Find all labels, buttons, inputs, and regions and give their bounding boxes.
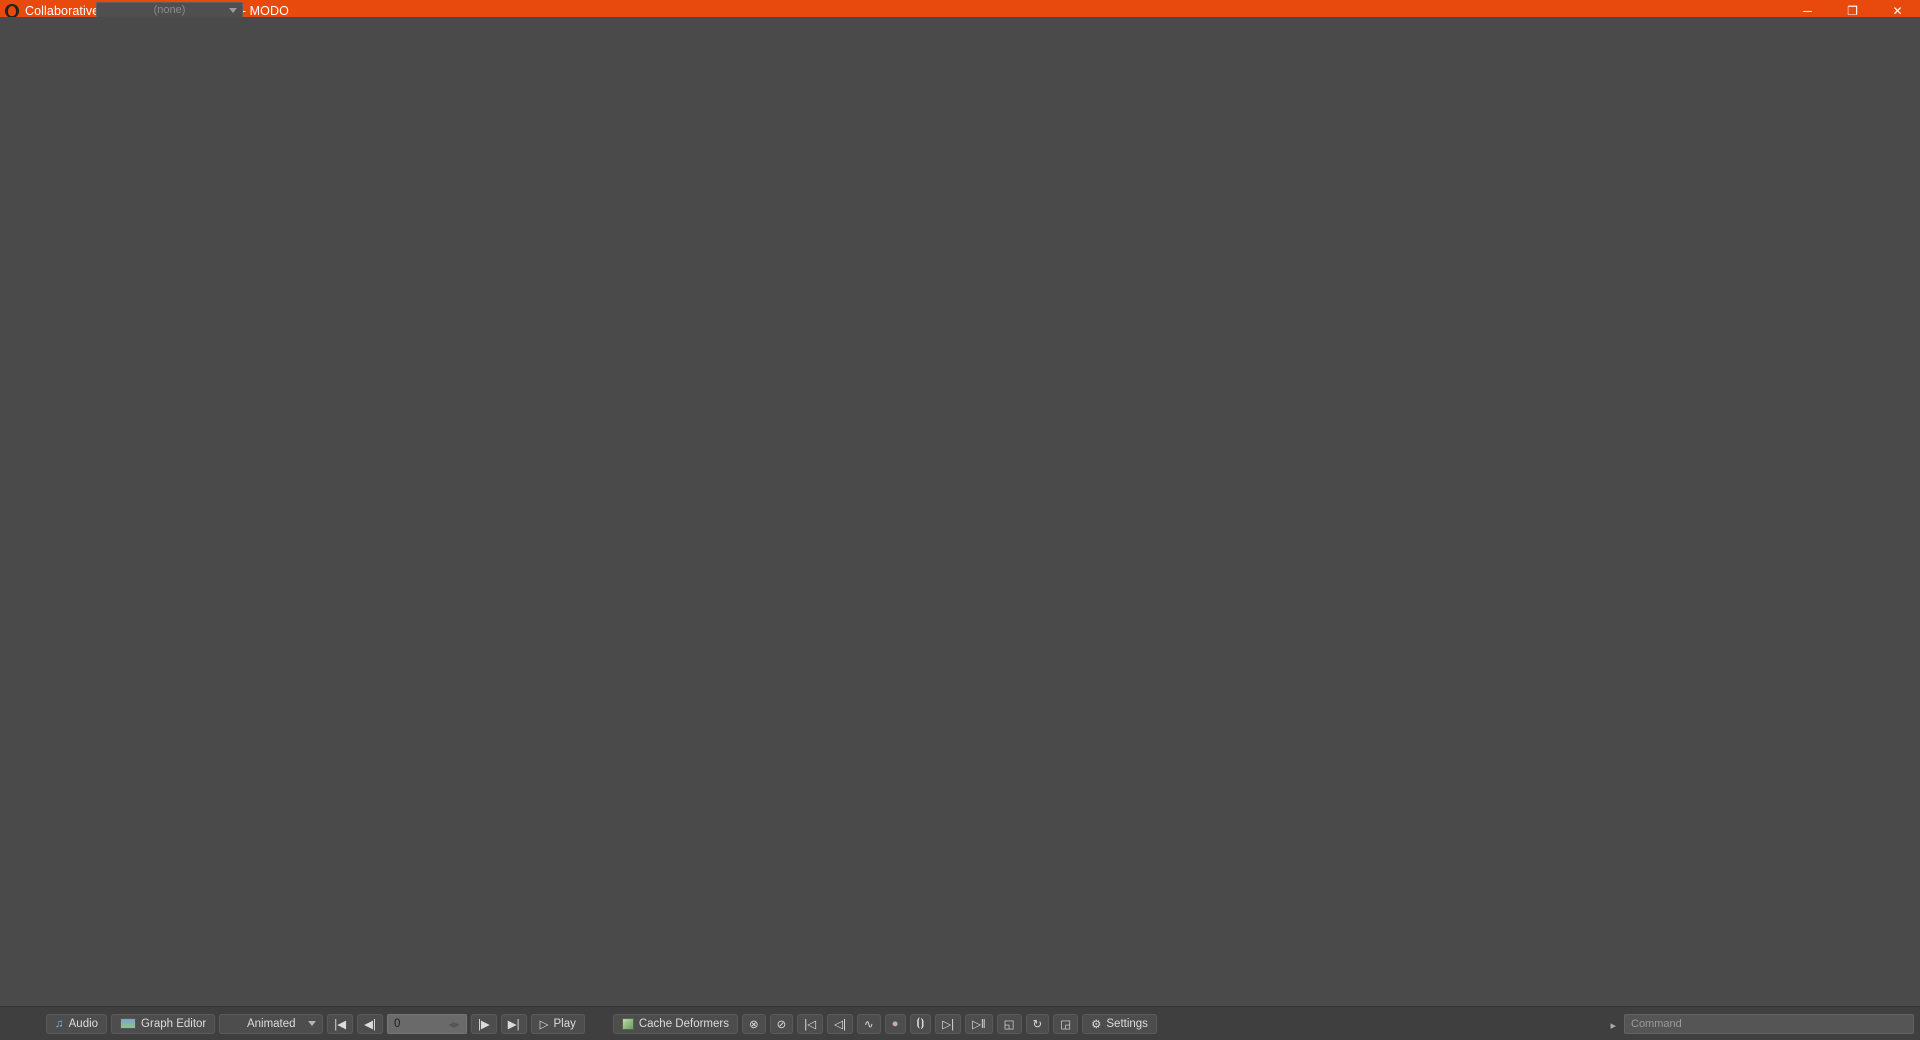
bottom-bar: ♫ Audio Graph Editor Animated |◀ ◀| 0 ◂▸… (0, 1006, 1920, 1040)
command-placeholder: Command (1631, 1018, 1682, 1030)
key-down-button[interactable]: ⊘ (769, 1013, 794, 1034)
animated-mode-label: Animated (246, 1017, 296, 1030)
audio-button[interactable]: ♫ Audio (46, 1013, 108, 1034)
properties-panel: Properties+⤢⚙▸ (0, 17, 1920, 1040)
graph-editor-icon (120, 1018, 137, 1029)
graph-editor-label: Graph Editor (141, 1017, 207, 1030)
next-key-icon: ▷| (942, 1018, 955, 1031)
dot-key-icon: ● (891, 1017, 899, 1030)
key-down-icon: ⊘ (776, 1018, 787, 1031)
audio-label: Audio (68, 1017, 99, 1030)
next-frame-button[interactable]: |▶ (470, 1013, 497, 1034)
command-arrow-icon: ▸ (1610, 1020, 1616, 1032)
prev-key2-button[interactable]: ◁| (827, 1013, 853, 1034)
command-input[interactable]: Command (1624, 1014, 1914, 1034)
properties-content (0, 17, 1920, 1040)
last-frame-icon: ▶| (507, 1018, 520, 1031)
key-up-button[interactable]: ⊗ (741, 1013, 766, 1034)
cache-icon (621, 1017, 634, 1030)
cache-deformers-label: Cache Deformers (638, 1017, 729, 1030)
settings-button[interactable]: ⚙ Settings (1082, 1013, 1157, 1034)
play-button[interactable]: ▷ Play (530, 1013, 585, 1034)
frame-number-value: 0 (393, 1017, 401, 1030)
prev-frame-button[interactable]: ◀| (357, 1013, 383, 1034)
animated-mode-select[interactable]: Animated (219, 1013, 324, 1034)
graph-editor-button[interactable]: Graph Editor (111, 1013, 216, 1034)
prev-key2-icon: ◁| (834, 1018, 846, 1031)
chevron-down-icon (229, 7, 237, 13)
create-key-button[interactable]: ∿ (856, 1013, 881, 1034)
gear-icon: ⚙ (1091, 1018, 1102, 1031)
prev-frame-icon: ◀| (364, 1018, 376, 1031)
first-frame-icon: |◀ (334, 1018, 347, 1031)
music-note-icon: ♫ (55, 1017, 64, 1030)
rotate-key-icon: ↻ (1032, 1018, 1043, 1031)
pass-groups-select[interactable]: (none) (96, 2, 243, 18)
go-to-end-button[interactable]: ▶| (500, 1013, 527, 1034)
key-range-button[interactable]: ⦗⦘ (909, 1013, 932, 1034)
next-key2-icon: ▷‖ (972, 1018, 986, 1031)
go-to-start-button[interactable]: |◀ (327, 1013, 354, 1034)
delete-key-button[interactable]: ● (884, 1013, 906, 1034)
prev-key-icon: |◁ (804, 1018, 817, 1031)
pass-groups-value: (none) (153, 4, 186, 16)
move-key-icon: ◱ (1003, 1018, 1015, 1031)
modo-logo-icon (5, 4, 19, 18)
next-key2-button[interactable]: ▷‖ (965, 1013, 993, 1034)
settings-label: Settings (1106, 1017, 1148, 1030)
bracket-key-icon: ⦗⦘ (916, 1017, 925, 1029)
key-up-icon: ⊗ (748, 1018, 759, 1031)
frame-number-input[interactable]: 0 ◂▸ (386, 1013, 467, 1034)
play-label: Play (553, 1017, 576, 1030)
key-rotate-button[interactable]: ↻ (1025, 1013, 1050, 1034)
cache-deformers-button[interactable]: Cache Deformers (612, 1013, 738, 1034)
play-icon: ▷ (539, 1018, 549, 1031)
key-move-button[interactable]: ◱ (996, 1013, 1022, 1034)
next-key-button[interactable]: ▷| (935, 1013, 962, 1034)
stepper-icon[interactable]: ◂▸ (448, 1017, 460, 1031)
key-scale-button[interactable]: ◲ (1053, 1013, 1079, 1034)
prev-key-button[interactable]: |◁ (797, 1013, 824, 1034)
next-frame-icon: |▶ (477, 1018, 490, 1031)
curve-key-icon: ∿ (863, 1018, 874, 1031)
chevron-down-icon (308, 1021, 317, 1026)
scale-key-icon: ◲ (1060, 1018, 1072, 1031)
